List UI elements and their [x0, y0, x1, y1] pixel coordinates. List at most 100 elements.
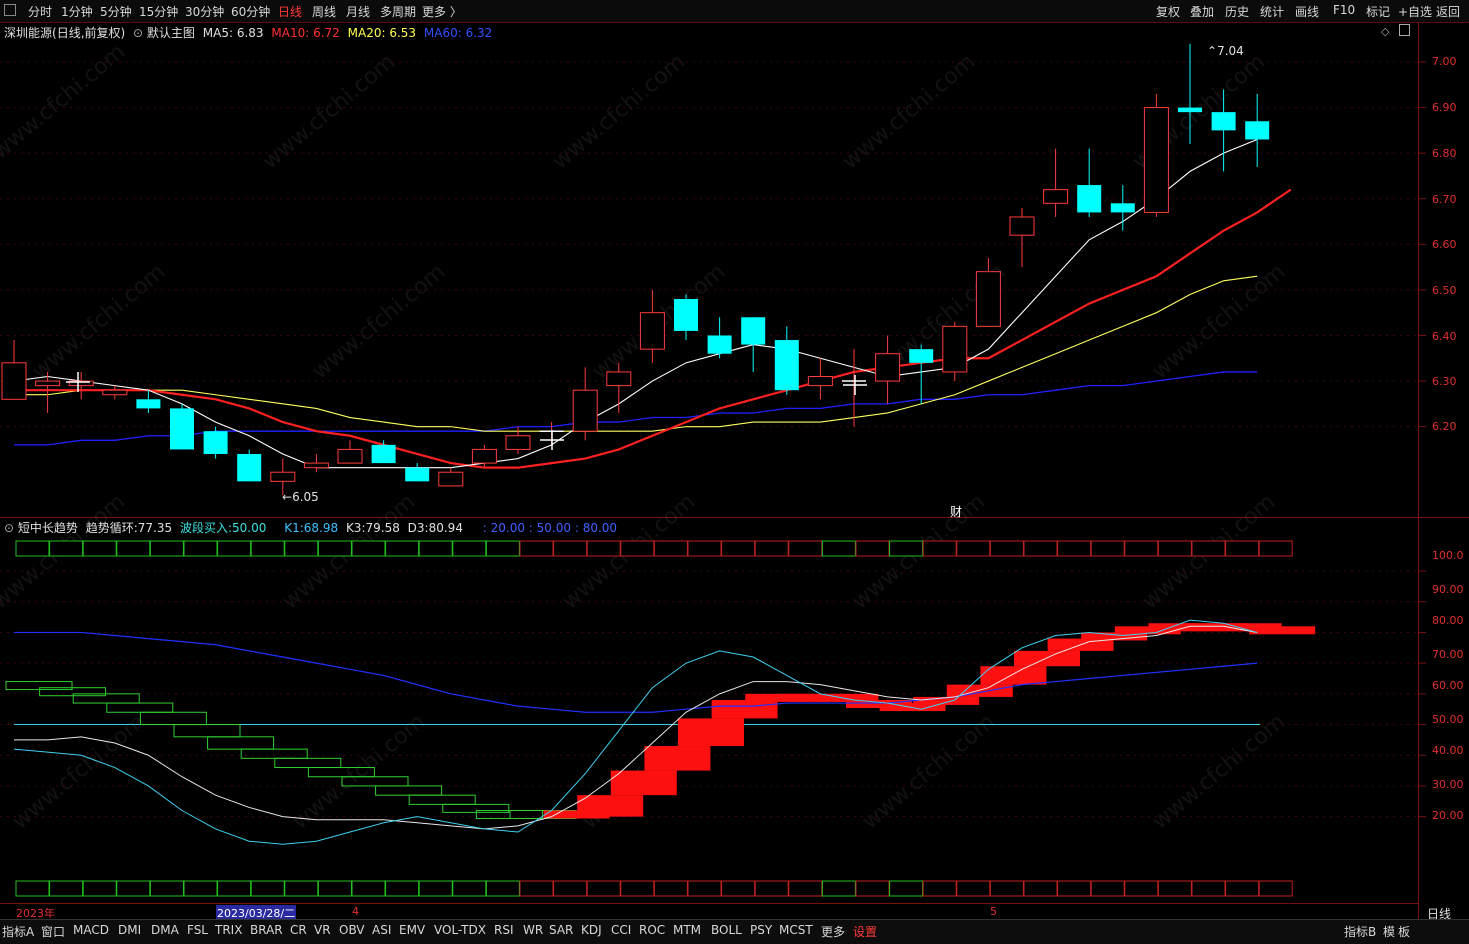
candle-body-up: [102, 389, 128, 396]
tab-dmi[interactable]: DMI: [118, 923, 141, 937]
candle-body-up: [270, 471, 296, 482]
signal-box: [788, 880, 823, 897]
signal-box: [116, 540, 151, 557]
trend-block-up: [946, 684, 1013, 697]
signal-box: [553, 540, 588, 557]
tab-fsl[interactable]: FSL: [187, 923, 208, 937]
signal-box: [620, 880, 655, 897]
trend-block-up: [577, 795, 644, 817]
signal-box: [956, 880, 991, 897]
signal-box: [183, 540, 218, 557]
tab-roc[interactable]: ROC: [639, 923, 665, 937]
candle-body-up: [606, 371, 632, 387]
trend-block-up: [711, 699, 778, 719]
tab-mtm[interactable]: MTM: [673, 923, 701, 937]
tab-template-1[interactable]: 模: [1383, 923, 1395, 940]
candle-body-up: [875, 353, 901, 382]
signal-box: [1191, 880, 1226, 897]
signal-box: [49, 540, 84, 557]
signal-box: [385, 880, 420, 897]
trend-block-up: [1249, 626, 1316, 635]
tab-indicator-b[interactable]: 指标B: [1344, 923, 1376, 940]
signal-box: [519, 880, 554, 897]
high-annotation: ⌃7.04: [1207, 44, 1244, 58]
tab-dma[interactable]: DMA: [151, 923, 179, 937]
ma60-line: [14, 371, 1258, 446]
tab-rsi[interactable]: RSI: [494, 923, 514, 937]
tab-brar[interactable]: BRAR: [250, 923, 283, 937]
signal-box: [284, 880, 319, 897]
tab-template-2[interactable]: 板: [1398, 923, 1410, 940]
signal-box: [922, 880, 957, 897]
trend-block-down: [139, 711, 207, 726]
tab-indicator-a[interactable]: 指标A: [2, 923, 34, 940]
candle-body-down: [909, 349, 934, 363]
signal-box: [485, 540, 520, 557]
tab-vol-tdx[interactable]: VOL-TDX: [434, 923, 486, 937]
tab-trix[interactable]: TRIX: [215, 923, 242, 937]
signal-box: [385, 540, 420, 557]
signal-box: [351, 880, 386, 897]
tab-obv[interactable]: OBV: [339, 923, 365, 937]
candle-body-up: [35, 380, 61, 387]
signal-box: [922, 540, 957, 557]
signal-box: [956, 540, 991, 557]
signal-box: [1157, 540, 1192, 557]
signal-box: [418, 540, 453, 557]
signal-box: [217, 540, 252, 557]
signal-box: [855, 880, 890, 897]
tab-cci[interactable]: CCI: [611, 923, 631, 937]
watermark-text: www.cfchi.com: [0, 39, 130, 164]
signal-box: [1057, 880, 1092, 897]
signal-box: [889, 880, 924, 897]
watermark-text: www.cfchi.com: [308, 259, 450, 384]
tab-kdj[interactable]: KDJ: [581, 923, 602, 937]
watermark-text: www.cfchi.com: [1148, 259, 1290, 384]
candle-body-up: [639, 312, 665, 350]
watermark-text: www.cfchi.com: [258, 49, 400, 174]
watermark-text: www.cfchi.com: [1148, 709, 1290, 834]
candle-body-down: [774, 340, 799, 391]
tab-settings[interactable]: 设置: [853, 923, 877, 940]
signal-box: [418, 880, 453, 897]
tab-more[interactable]: 更多: [821, 923, 845, 940]
tab-boll[interactable]: BOLL: [711, 923, 742, 937]
tab-asi[interactable]: ASI: [372, 923, 391, 937]
tab-wr[interactable]: WR: [523, 923, 543, 937]
trend-block-up: [1014, 650, 1080, 667]
signal-box: [1258, 540, 1293, 557]
tab-emv[interactable]: EMV: [399, 923, 425, 937]
signal-box: [687, 880, 722, 897]
signal-box: [82, 540, 117, 557]
candle-body-down: [1077, 185, 1102, 213]
chart-canvas[interactable]: www.cfchi.com www.cfchi.com www.cfchi.com w…: [0, 0, 1469, 943]
tab-vr[interactable]: VR: [314, 923, 331, 937]
trend-block-down: [375, 785, 443, 796]
tab-mcst[interactable]: MCST: [779, 923, 813, 937]
signal-box: [1057, 540, 1092, 557]
date-month-5: 5: [990, 905, 997, 918]
signal-box: [620, 540, 655, 557]
tab-psy[interactable]: PSY: [750, 923, 772, 937]
tab-cr[interactable]: CR: [290, 923, 307, 937]
signal-box: [250, 540, 285, 557]
signal-box: [1023, 540, 1058, 557]
tab-sar[interactable]: SAR: [549, 923, 573, 937]
signal-box: [989, 540, 1024, 557]
signal-box: [586, 540, 621, 557]
ma5-line: [13, 138, 1258, 469]
tab-macd[interactable]: MACD: [73, 923, 109, 937]
signal-box: [116, 880, 151, 897]
candle-body-down: [136, 399, 161, 409]
candle-body-down: [1211, 112, 1236, 131]
signal-box: [1023, 880, 1058, 897]
indicator-tabbar: 指标A 窗口 MACD DMI DMA FSL TRIX BRAR CR VR …: [0, 919, 1469, 944]
finance-marker[interactable]: 财: [950, 503, 962, 520]
candle-body-up: [942, 325, 968, 373]
tab-window[interactable]: 窗口: [41, 923, 65, 940]
candle-body-down: [674, 299, 698, 331]
signal-box: [1225, 540, 1260, 557]
candle-body-up: [1143, 107, 1169, 213]
signal-box: [317, 540, 352, 557]
signal-box: [1191, 540, 1226, 557]
